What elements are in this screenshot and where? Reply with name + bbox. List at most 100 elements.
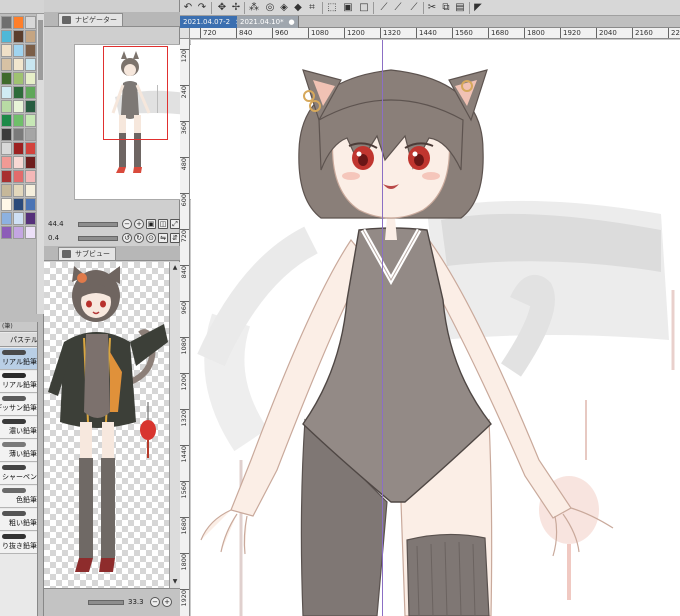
sub-view-scrollbar[interactable]: ▲ ▼ xyxy=(169,262,180,588)
zoom-out-icon[interactable]: − xyxy=(122,219,132,229)
brush-item[interactable]: リアル鉛筆 xyxy=(0,371,37,393)
color-swatch[interactable] xyxy=(13,198,24,211)
layer-icon[interactable]: ◤ xyxy=(472,2,484,14)
color-swatch[interactable] xyxy=(1,100,12,113)
ruler-icon[interactable]: ⟋ xyxy=(378,2,390,14)
color-swatch[interactable] xyxy=(25,156,36,169)
brush-item[interactable]: シャーペン xyxy=(0,463,37,485)
color-swatch[interactable] xyxy=(25,198,36,211)
color-swatch[interactable] xyxy=(25,30,36,43)
tab-navigator[interactable]: ナビゲーター xyxy=(58,13,123,26)
transform-icon[interactable]: ✢ xyxy=(230,2,242,14)
color-swatch[interactable] xyxy=(1,226,12,239)
select-all-icon[interactable]: ⁂ xyxy=(248,2,260,14)
color-swatch[interactable] xyxy=(13,16,24,29)
vertical-ruler[interactable]: 120 240 360 480 600 720 840 960 1080 1200 1320 1440… xyxy=(180,39,190,616)
color-swatch[interactable] xyxy=(1,86,12,99)
fill-icon[interactable]: ◆ xyxy=(292,2,304,14)
cut-icon[interactable]: ✂ xyxy=(426,2,438,14)
clear-icon[interactable]: ✥ xyxy=(216,2,228,14)
color-swatch[interactable] xyxy=(25,72,36,85)
deselect-icon[interactable]: ◎ xyxy=(264,2,276,14)
rotate-right-icon[interactable]: ↻ xyxy=(134,233,144,243)
pen-small-icon[interactable]: ⟋ xyxy=(408,2,420,14)
brush-item[interactable]: り抜き鉛筆 xyxy=(0,532,37,554)
color-swatch[interactable] xyxy=(1,184,12,197)
tab-document-2[interactable]: 2021.04.10* ● xyxy=(237,16,299,28)
palette-scroll-thumb[interactable] xyxy=(38,20,43,80)
brush-item[interactable]: 粗い鉛筆 xyxy=(0,509,37,531)
brush-item[interactable]: リアル鉛筆 xyxy=(0,348,37,370)
brush-group-pastel[interactable]: パステル xyxy=(0,333,37,347)
invert-selection-icon[interactable]: ◈ xyxy=(278,2,290,14)
color-swatch[interactable] xyxy=(13,142,24,155)
scroll-down-icon[interactable]: ▼ xyxy=(171,578,179,586)
color-swatch[interactable] xyxy=(13,72,24,85)
crop-icon[interactable]: ⌗ xyxy=(306,2,318,14)
palette-scrollbar[interactable] xyxy=(36,14,44,314)
color-swatch[interactable] xyxy=(25,114,36,127)
color-swatch[interactable] xyxy=(25,128,36,141)
actual-size-icon[interactable]: ◫ xyxy=(158,219,168,229)
color-swatch[interactable] xyxy=(25,100,36,113)
brush-item[interactable]: 薄い鉛筆 xyxy=(0,440,37,462)
color-swatch[interactable] xyxy=(1,128,12,141)
brush-item[interactable]: 濃い鉛筆 xyxy=(0,417,37,439)
zoom-in-icon[interactable]: + xyxy=(134,219,144,229)
color-swatch[interactable] xyxy=(13,226,24,239)
color-swatch[interactable] xyxy=(25,16,36,29)
color-swatch[interactable] xyxy=(25,212,36,225)
color-swatch[interactable] xyxy=(25,170,36,183)
color-swatch[interactable] xyxy=(25,184,36,197)
flip-horizontal-icon[interactable]: ⇋ xyxy=(158,233,168,243)
color-swatch[interactable] xyxy=(25,226,36,239)
fit-icon[interactable]: ▣ xyxy=(146,219,156,229)
paste-icon[interactable]: ▤ xyxy=(454,2,466,14)
color-swatch[interactable] xyxy=(1,16,12,29)
color-swatch[interactable] xyxy=(13,114,24,127)
color-swatch[interactable] xyxy=(13,30,24,43)
navigator-view-frame[interactable] xyxy=(103,46,168,140)
redo-icon[interactable]: ↷ xyxy=(196,2,208,14)
brush-item[interactable]: デッサン鉛筆 xyxy=(0,394,37,416)
color-swatch[interactable] xyxy=(13,58,24,71)
tab-sub-view[interactable]: サブビュー xyxy=(58,247,116,260)
sub-zoom-out-icon[interactable]: − xyxy=(150,597,160,607)
color-swatch[interactable] xyxy=(13,100,24,113)
rotate-left-icon[interactable]: ↺ xyxy=(122,233,132,243)
color-swatch[interactable] xyxy=(1,170,12,183)
color-swatch[interactable] xyxy=(1,198,12,211)
scroll-up-icon[interactable]: ▲ xyxy=(171,264,179,272)
pen-icon[interactable]: ⟋ xyxy=(392,2,404,14)
color-swatch[interactable] xyxy=(13,86,24,99)
tab-document-1[interactable]: 2021.04.07-2 × xyxy=(180,16,246,28)
color-swatch[interactable] xyxy=(1,156,12,169)
rotation-slider[interactable] xyxy=(78,236,118,241)
blank-icon[interactable]: ▣ xyxy=(342,2,354,14)
color-swatch[interactable] xyxy=(13,170,24,183)
brush-item[interactable]: 色鉛筆 xyxy=(0,486,37,508)
flip-vertical-icon[interactable]: ⇵ xyxy=(170,233,180,243)
horizontal-ruler[interactable]: 720 840 960 1080 1200 1320 1440 1560 1680 1800 192… xyxy=(190,28,680,39)
color-swatch[interactable] xyxy=(1,44,12,57)
color-swatch[interactable] xyxy=(1,212,12,225)
color-swatch[interactable] xyxy=(1,142,12,155)
sub-zoom-in-icon[interactable]: + xyxy=(162,597,172,607)
color-swatch[interactable] xyxy=(13,184,24,197)
fit-window-icon[interactable]: ⤢ xyxy=(170,219,180,229)
copy-icon[interactable]: ⧉ xyxy=(440,2,452,14)
color-swatch[interactable] xyxy=(25,44,36,57)
reset-rotation-icon[interactable]: ⊙ xyxy=(146,233,156,243)
color-swatch[interactable] xyxy=(13,128,24,141)
color-swatch[interactable] xyxy=(25,58,36,71)
color-swatch[interactable] xyxy=(1,58,12,71)
color-swatch[interactable] xyxy=(25,86,36,99)
sub-zoom-slider[interactable] xyxy=(88,600,124,605)
undo-icon[interactable]: ↶ xyxy=(182,2,194,14)
zoom-slider[interactable] xyxy=(78,222,118,227)
color-swatch[interactable] xyxy=(13,44,24,57)
sub-view-reference-image[interactable] xyxy=(44,262,169,588)
color-swatch[interactable] xyxy=(1,72,12,85)
color-swatch[interactable] xyxy=(13,212,24,225)
magic-icon[interactable]: ⬚ xyxy=(326,2,338,14)
